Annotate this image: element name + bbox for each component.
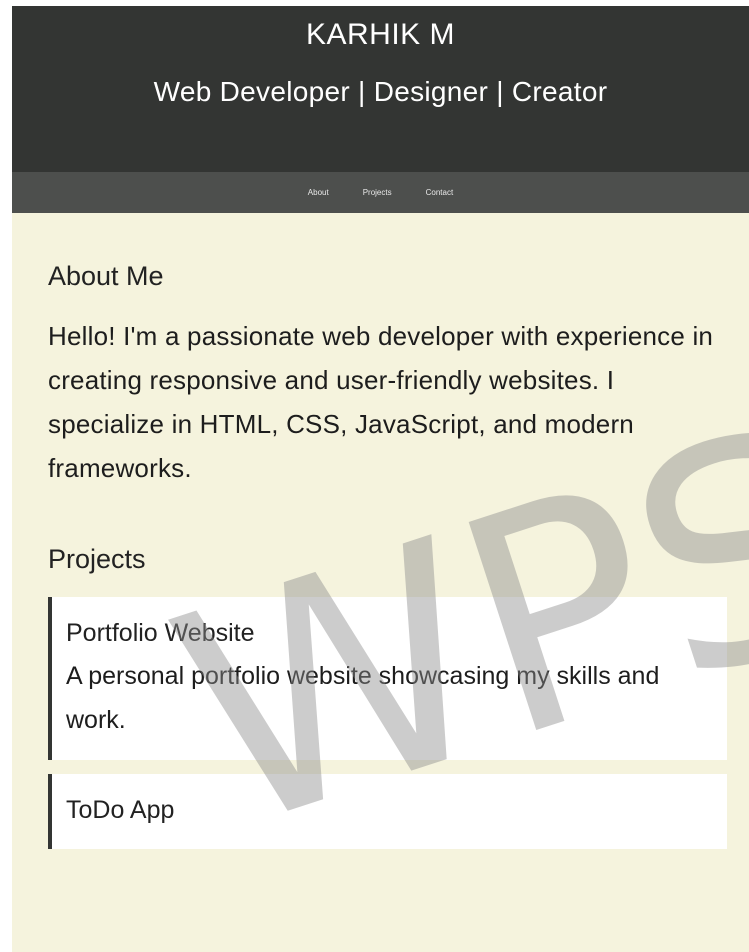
project-description: A personal portfolio website showcasing … bbox=[66, 662, 660, 734]
project-title: Portfolio Website bbox=[66, 619, 255, 647]
project-card-todo: ToDo App bbox=[48, 774, 727, 849]
page-frame: KARHIK M Web Developer | Designer | Crea… bbox=[12, 6, 749, 952]
project-title: ToDo App bbox=[66, 796, 175, 824]
project-card-portfolio: Portfolio Website A personal portfolio w… bbox=[48, 597, 727, 760]
nav-link-projects[interactable]: Projects bbox=[363, 188, 392, 197]
site-nav: About Projects Contact bbox=[12, 172, 749, 213]
about-heading: About Me bbox=[48, 261, 164, 291]
site-name: KARHIK M bbox=[305, 18, 456, 51]
site-tagline: Web Developer | Designer | Creator bbox=[153, 76, 608, 107]
nav-link-contact[interactable]: Contact bbox=[426, 188, 454, 197]
site-header: KARHIK M Web Developer | Designer | Crea… bbox=[12, 6, 749, 172]
about-section: About Me Hello! I'm a passionate web dev… bbox=[48, 213, 727, 490]
projects-heading: Projects bbox=[48, 544, 146, 574]
main-content: About Me Hello! I'm a passionate web dev… bbox=[12, 213, 749, 849]
nav-link-about[interactable]: About bbox=[308, 188, 329, 197]
projects-section: Projects Portfolio Website A personal po… bbox=[48, 544, 727, 849]
about-text: Hello! I'm a passionate web developer wi… bbox=[48, 321, 714, 483]
